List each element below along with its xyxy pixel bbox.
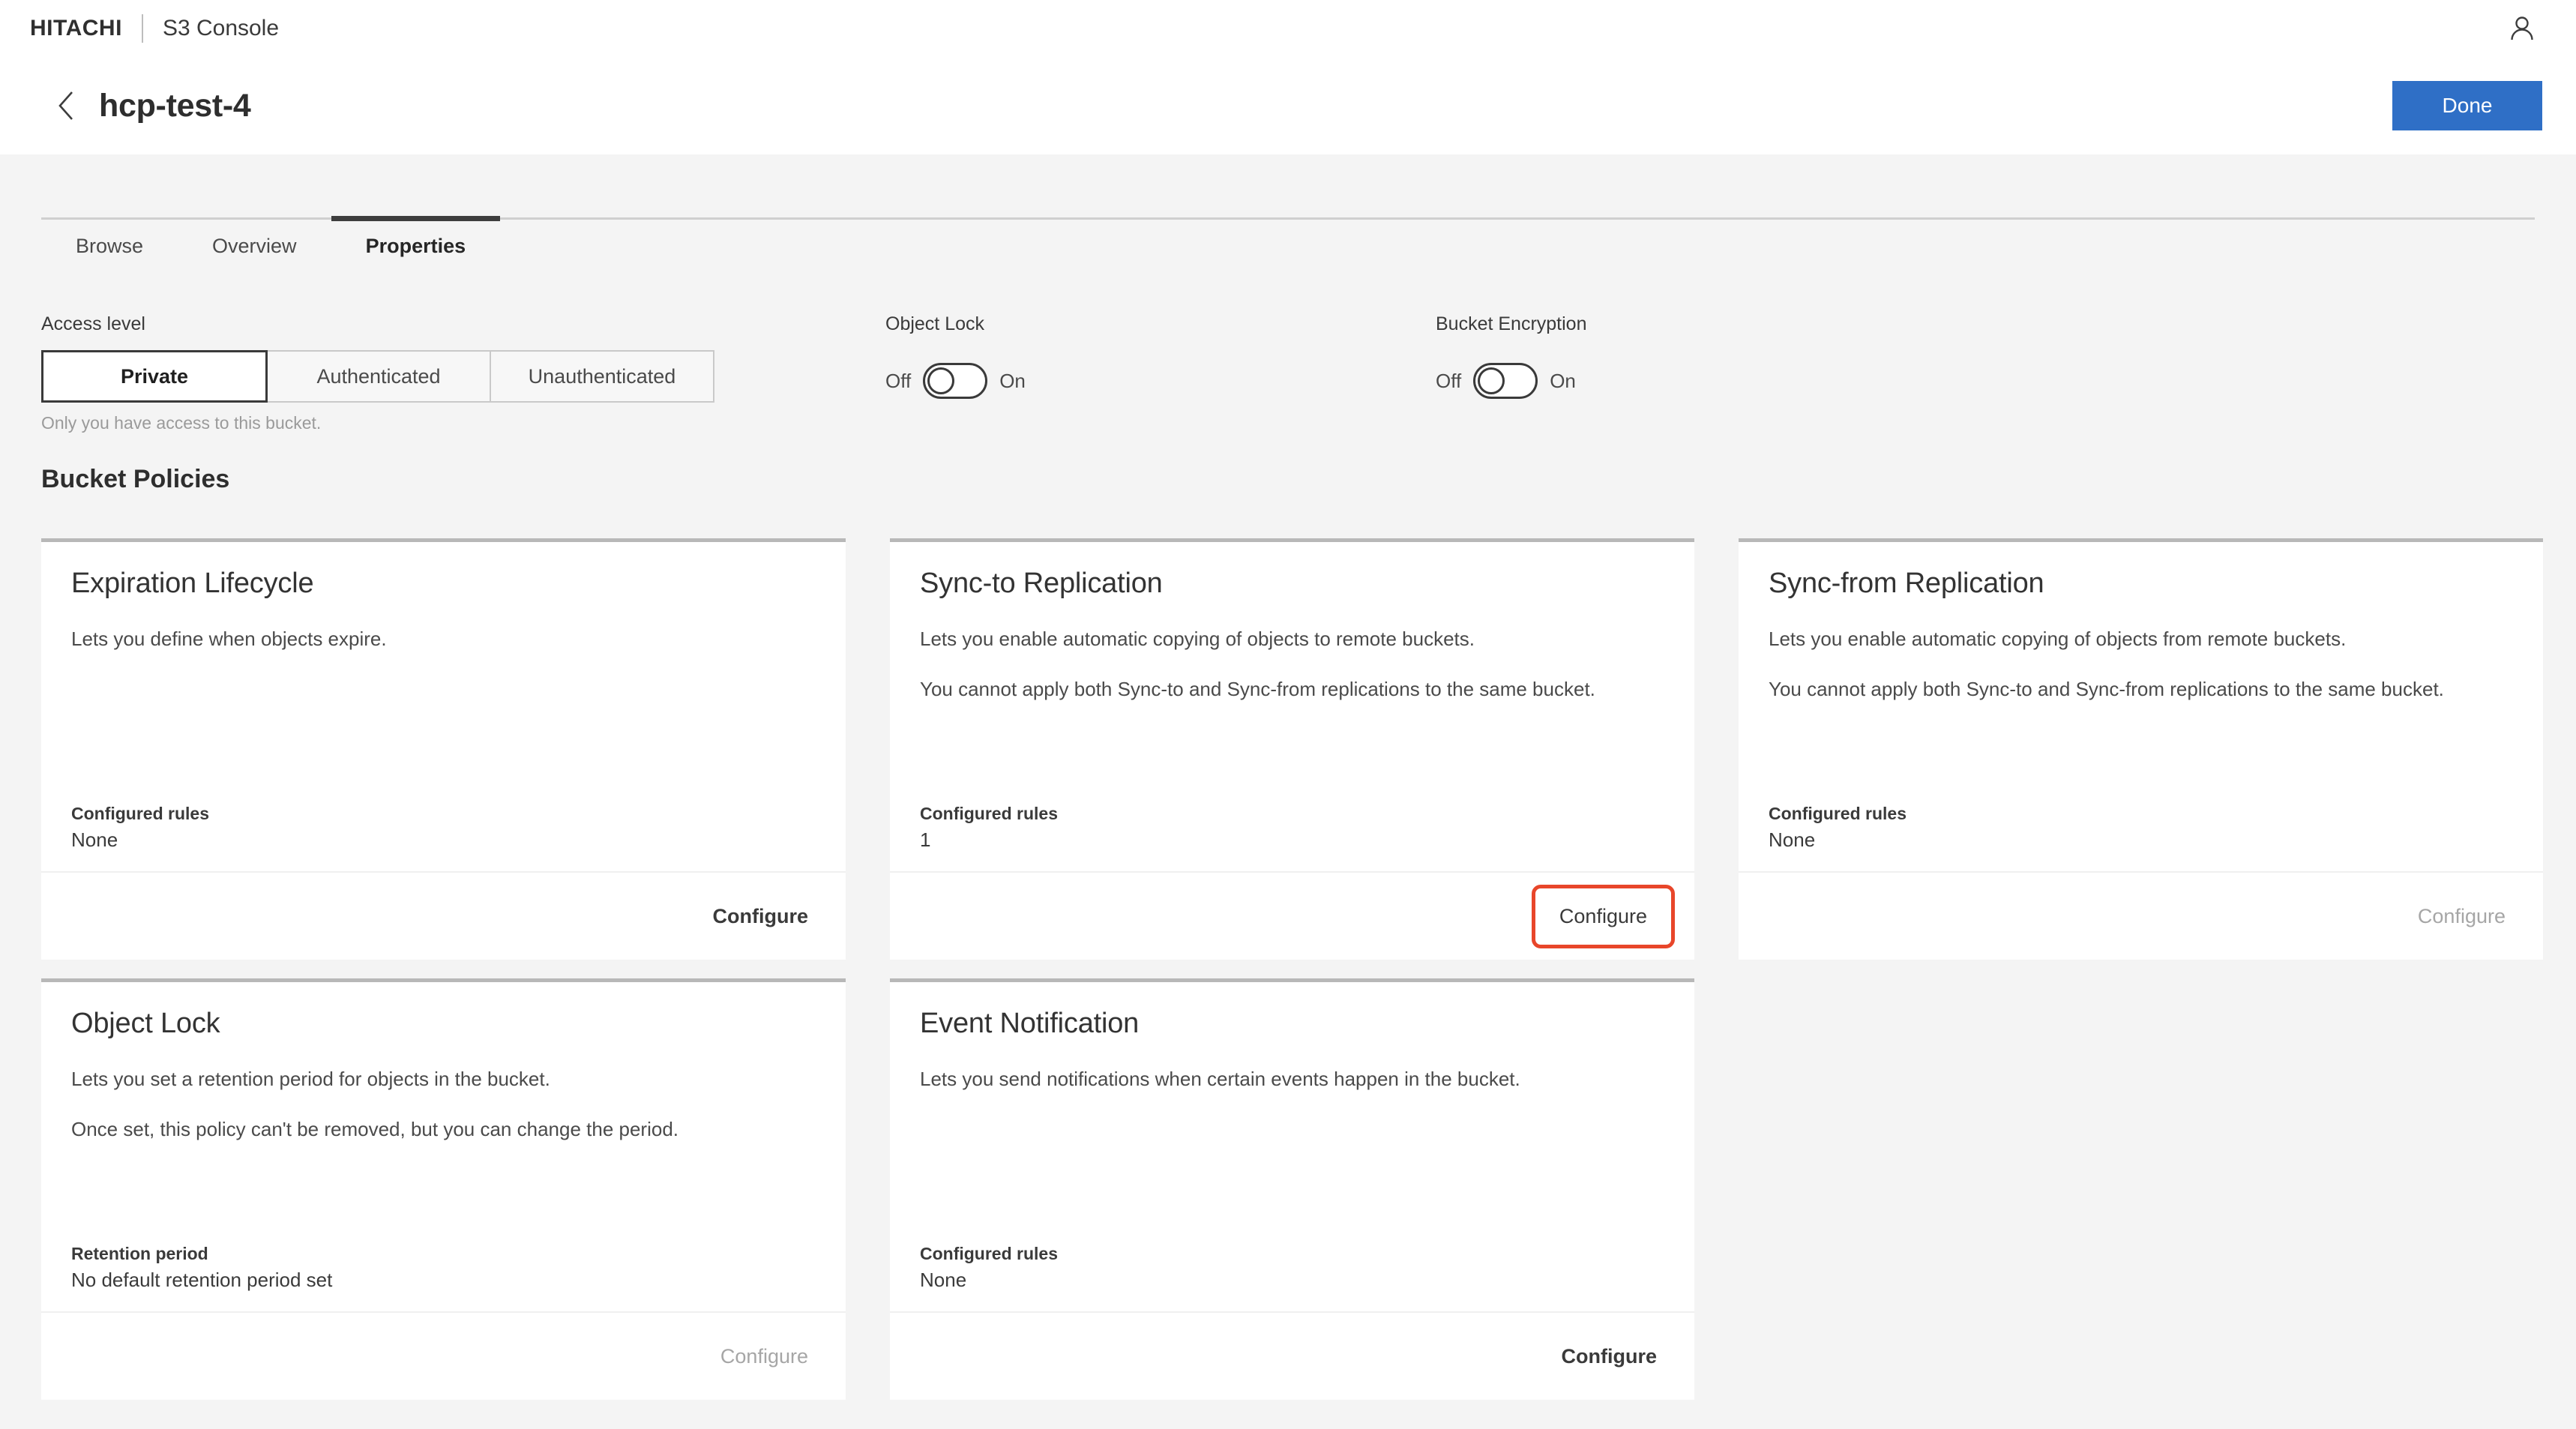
- object-lock-label: Object Lock: [885, 313, 985, 334]
- policy-card-sync-from-replication: Sync-from Replication Lets you enable au…: [1739, 538, 2543, 960]
- tab-browse[interactable]: Browse: [41, 216, 178, 259]
- card-footer: Configure: [1739, 871, 2543, 960]
- card-spacer: [1769, 726, 2513, 804]
- card-body: Sync-to Replication Lets you enable auto…: [890, 542, 1694, 871]
- card-meta-label: Configured rules: [71, 804, 210, 823]
- chevron-left-icon[interactable]: [54, 89, 79, 122]
- card-description-1: Lets you enable automatic copying of obj…: [920, 628, 1475, 650]
- tab-list: Browse Overview Properties: [41, 216, 500, 259]
- card-description-2: You cannot apply both Sync-to and Sync-f…: [1769, 677, 2444, 700]
- card-spacer: [920, 1116, 1664, 1244]
- card-meta-value: 1: [920, 828, 931, 851]
- access-option-private[interactable]: Private: [41, 350, 268, 403]
- object-lock-switch-knob: [927, 367, 955, 394]
- access-level-helper-text: Only you have access to this bucket.: [41, 413, 322, 433]
- card-footer: Configure: [890, 1311, 1694, 1400]
- card-description-1: Lets you define when objects expire.: [71, 628, 387, 650]
- card-title: Expiration Lifecycle: [71, 568, 314, 599]
- card-body: Expiration Lifecycle Lets you define whe…: [41, 542, 846, 871]
- access-level-label: Access level: [41, 313, 145, 334]
- access-level-group: Access level Private Authenticated Unaut…: [41, 313, 716, 433]
- card-footer: Configure: [41, 871, 846, 960]
- page-title: hcp-test-4: [99, 87, 251, 124]
- card-body: Sync-from Replication Lets you enable au…: [1739, 542, 2543, 871]
- card-meta-value: No default retention period set: [71, 1269, 333, 1291]
- card-meta-value: None: [1769, 828, 1816, 851]
- object-lock-off-label: Off: [885, 369, 912, 392]
- access-option-authenticated[interactable]: Authenticated: [268, 350, 491, 403]
- card-meta-label: Configured rules: [920, 1244, 1059, 1263]
- bucket-policies-grid: Expiration Lifecycle Lets you define whe…: [41, 538, 2543, 1400]
- card-description-1: Lets you set a retention period for obje…: [71, 1068, 550, 1090]
- tab-bar: Browse Overview Properties: [0, 154, 2576, 261]
- policy-card-object-lock: Object Lock Lets you set a retention per…: [41, 978, 846, 1400]
- configure-button-sync-from-replication: Configure: [2410, 894, 2513, 939]
- bucket-encryption-toggle-group: Bucket Encryption Off On: [1436, 313, 1587, 400]
- card-description-1: Lets you send notifications when certain…: [920, 1068, 1520, 1090]
- brand-divider: [141, 14, 143, 43]
- configure-button-object-lock: Configure: [713, 1335, 816, 1379]
- configure-button-event-notification[interactable]: Configure: [1554, 1335, 1665, 1379]
- access-option-unauthenticated[interactable]: Unauthenticated: [491, 350, 714, 403]
- card-body: Object Lock Lets you set a retention per…: [41, 982, 846, 1311]
- tab-properties[interactable]: Properties: [331, 216, 501, 259]
- policy-card-event-notification: Event Notification Lets you send notific…: [890, 978, 1694, 1400]
- bucket-encryption-off-label: Off: [1436, 369, 1462, 392]
- bucket-encryption-label: Bucket Encryption: [1436, 313, 1587, 334]
- card-spacer: [920, 726, 1664, 804]
- card-body: Event Notification Lets you send notific…: [890, 982, 1694, 1311]
- card-spacer: [71, 676, 816, 804]
- tab-properties-label: Properties: [365, 235, 466, 257]
- configure-button-expiration-lifecycle[interactable]: Configure: [705, 894, 816, 939]
- card-title: Event Notification: [920, 1008, 1140, 1039]
- object-lock-on-label: On: [999, 369, 1026, 392]
- card-description-2: Once set, this policy can't be removed, …: [71, 1117, 678, 1140]
- bucket-policies-heading: Bucket Policies: [41, 465, 230, 493]
- card-spacer: [71, 1166, 816, 1244]
- card-title: Sync-to Replication: [920, 568, 1163, 599]
- policy-card-expiration-lifecycle: Expiration Lifecycle Lets you define whe…: [41, 538, 846, 960]
- user-avatar-icon[interactable]: [2504, 10, 2540, 46]
- configure-button-sync-to-replication[interactable]: Configure: [1531, 884, 1675, 948]
- card-title: Sync-from Replication: [1769, 568, 2044, 599]
- done-button[interactable]: Done: [2392, 81, 2542, 130]
- card-title: Object Lock: [71, 1008, 220, 1039]
- object-lock-toggle-group: Object Lock Off On: [885, 313, 1026, 400]
- app-title: S3 Console: [162, 16, 280, 40]
- page-header: hcp-test-4 Done: [0, 57, 2576, 154]
- card-footer: Configure: [890, 871, 1694, 960]
- bucket-encryption-on-label: On: [1550, 369, 1576, 392]
- card-description-2: You cannot apply both Sync-to and Sync-f…: [920, 677, 1595, 700]
- tab-browse-label: Browse: [76, 235, 144, 257]
- card-description-1: Lets you enable automatic copying of obj…: [1769, 628, 2347, 650]
- card-meta-value: None: [71, 828, 118, 851]
- app-bar: HITACHI S3 Console: [0, 0, 2576, 57]
- card-footer: Configure: [41, 1311, 846, 1400]
- card-meta-label: Retention period: [71, 1244, 208, 1263]
- access-level-segmented-control: Private Authenticated Unauthenticated: [41, 350, 716, 403]
- tab-overview-label: Overview: [212, 235, 297, 257]
- properties-controls: Access level Private Authenticated Unaut…: [0, 313, 2576, 441]
- card-meta-value: None: [920, 1269, 967, 1291]
- object-lock-toggle-row: Off On: [885, 362, 1026, 400]
- hitachi-logo: HITACHI: [30, 16, 122, 40]
- policy-card-sync-to-replication: Sync-to Replication Lets you enable auto…: [890, 538, 1694, 960]
- bucket-encryption-switch-knob: [1478, 367, 1505, 394]
- bucket-encryption-toggle-row: Off On: [1436, 362, 1587, 400]
- bucket-encryption-switch[interactable]: [1473, 363, 1538, 399]
- card-meta-label: Configured rules: [1769, 804, 1907, 823]
- card-meta-label: Configured rules: [920, 804, 1059, 823]
- object-lock-switch[interactable]: [923, 363, 988, 399]
- policy-grid-empty-slot: [1739, 978, 2543, 1400]
- tab-overview[interactable]: Overview: [178, 216, 331, 259]
